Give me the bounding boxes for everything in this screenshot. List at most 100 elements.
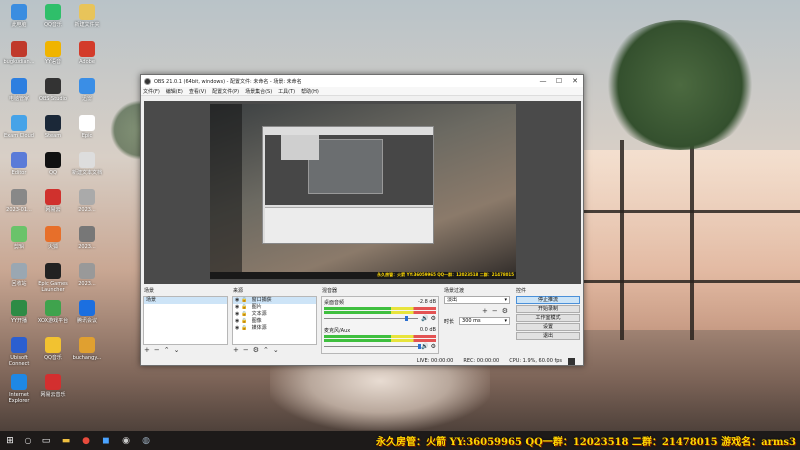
desktop-icon[interactable]: Epic	[70, 115, 104, 139]
desktop-icon[interactable]: XOX游戏平台	[36, 300, 70, 324]
desktop-icon[interactable]: 2023-01...	[2, 189, 36, 213]
lock-icon[interactable]: 🔒	[241, 325, 247, 332]
desktop-icon[interactable]: 新建文本文档	[70, 152, 104, 176]
volume-meter	[324, 307, 436, 310]
speaker-icon[interactable]: 🔊	[421, 343, 428, 350]
menu-help[interactable]: 帮助(H)	[301, 88, 319, 95]
desktop-icon[interactable]: QQ	[36, 152, 70, 176]
eye-icon[interactable]: ◉	[235, 318, 239, 325]
start-recording-button[interactable]: 开始录制	[516, 305, 580, 313]
computer-icon	[11, 4, 27, 20]
source-label: 图片	[251, 304, 262, 310]
remove-transition-button[interactable]: −	[492, 307, 498, 315]
eye-icon[interactable]: ◉	[235, 297, 239, 304]
desktop-icon[interactable]: Exam Cloud	[2, 115, 36, 139]
file-explorer-icon[interactable]: ▬	[56, 431, 76, 450]
preview-area[interactable]: 永久房管：火箭 YY:36059965 QQ一群：12023518 二群：214…	[144, 101, 581, 284]
desktop-icon[interactable]: Internet Explorer	[2, 374, 36, 404]
desktop-icon-label: 新建文件夹	[74, 22, 100, 28]
add-transition-button[interactable]: +	[482, 307, 488, 315]
menu-file[interactable]: 文件(F)	[143, 88, 160, 95]
menu-scene-collection[interactable]: 场景集合(S)	[245, 88, 272, 95]
desktop-icon[interactable]: 回收站	[2, 263, 36, 287]
lock-icon[interactable]: 🔒	[241, 304, 247, 311]
desktop-icon[interactable]: QQ音乐	[36, 4, 70, 28]
desktop-icon[interactable]: QQ音乐	[36, 337, 70, 361]
desktop-icon[interactable]: 迅雷	[70, 78, 104, 102]
stop-streaming-button[interactable]: 停止推流	[516, 296, 580, 304]
gear-icon[interactable]: ⚙	[431, 315, 436, 322]
gear-icon[interactable]: ⚙	[431, 343, 436, 350]
desktop-icon[interactable]: 新建文件夹	[70, 4, 104, 28]
source-item[interactable]: ◉ 🔒 图像	[233, 318, 316, 325]
menu-tools[interactable]: 工具(T)	[278, 88, 295, 95]
studio-mode-button[interactable]: 工作室模式	[516, 314, 580, 322]
duration-input[interactable]: 300 ms	[459, 317, 510, 325]
move-down-button[interactable]: ⌄	[273, 346, 279, 354]
add-source-button[interactable]: +	[233, 346, 239, 354]
nested-frame-inner	[281, 135, 319, 160]
eye-icon[interactable]: ◉	[235, 304, 239, 311]
desktop-icon[interactable]: 网易云	[36, 189, 70, 213]
desktop-icon[interactable]: 此电脑	[2, 4, 36, 28]
menu-edit[interactable]: 编辑(E)	[166, 88, 183, 95]
source-item[interactable]: ◉ 🔒 媒体源	[233, 325, 316, 332]
task-view-icon[interactable]: ▭	[36, 431, 56, 450]
desktop-icon[interactable]: Steam	[36, 115, 70, 139]
desktop-icon[interactable]: bugkudian...	[2, 41, 36, 65]
obs-taskbar-icon[interactable]: ◉	[116, 431, 136, 450]
scene-item[interactable]: 场景	[144, 297, 227, 304]
start-button[interactable]: ⊞	[0, 431, 20, 450]
settings-button[interactable]: 设置	[516, 323, 580, 331]
source-item[interactable]: ◉ 🔒 文本源	[233, 311, 316, 318]
minimize-button[interactable]: —	[535, 77, 551, 85]
move-up-button[interactable]: ⌃	[164, 346, 170, 354]
lock-icon[interactable]: 🔒	[241, 297, 247, 304]
desktop-icon[interactable]: YY开播	[2, 300, 36, 324]
source-settings-button[interactable]: ⚙	[253, 346, 259, 354]
source-item[interactable]: ◉ 🔒 窗口捕获	[233, 297, 316, 304]
volume-slider[interactable]: 🔊 ⚙	[324, 315, 436, 322]
remove-scene-button[interactable]: −	[154, 346, 160, 354]
search-icon[interactable]: ○	[20, 431, 36, 450]
move-down-button[interactable]: ⌄	[174, 346, 180, 354]
desktop-icon[interactable]: buchangy...	[70, 337, 104, 361]
volume-slider[interactable]: 🔊 ⚙	[324, 343, 436, 350]
desktop-icon[interactable]: 剪辑	[2, 226, 36, 250]
transition-select[interactable]: 淡出	[444, 296, 510, 304]
desktop-icon[interactable]: 火狐	[36, 226, 70, 250]
store-icon[interactable]: ◼	[96, 431, 116, 450]
desktop-icon[interactable]: OBS Studio	[36, 78, 70, 102]
exit-button[interactable]: 退出	[516, 332, 580, 340]
scenes-list[interactable]: 场景	[143, 296, 228, 345]
desktop-icon[interactable]: YY语音	[36, 41, 70, 65]
desktop-icon[interactable]: Editor	[2, 152, 36, 176]
add-scene-button[interactable]: +	[144, 346, 150, 354]
desktop-icon[interactable]: 2023...	[70, 263, 104, 287]
steam-icon[interactable]: ◍	[136, 431, 156, 450]
menu-view[interactable]: 查看(V)	[189, 88, 206, 95]
desktop-icon[interactable]: Adobe	[70, 41, 104, 65]
source-item[interactable]: ◉ 🔒 图片	[233, 304, 316, 311]
maximize-button[interactable]: ☐	[551, 77, 567, 85]
desktop-icon[interactable]: 电脑管家	[2, 78, 36, 102]
move-up-button[interactable]: ⌃	[263, 346, 269, 354]
gear-icon[interactable]: ⚙	[502, 307, 508, 315]
preview-nested-obs	[262, 126, 434, 244]
desktop-icon[interactable]: Ubisoft Connect	[2, 337, 36, 367]
sources-list[interactable]: ◉ 🔒 窗口捕获 ◉ 🔒 图片 ◉ 🔒 文本源 ◉ 🔒 图像 ◉ 🔒 媒体源	[232, 296, 317, 345]
eye-icon[interactable]: ◉	[235, 311, 239, 318]
lock-icon[interactable]: 🔒	[241, 318, 247, 325]
lock-icon[interactable]: 🔒	[241, 311, 247, 318]
remove-source-button[interactable]: −	[243, 346, 249, 354]
desktop-icon[interactable]: 2023...	[70, 189, 104, 213]
close-button[interactable]: ✕	[567, 77, 583, 85]
chrome-icon[interactable]: ●	[76, 431, 96, 450]
desktop-icon[interactable]: 腾讯会议	[70, 300, 104, 324]
speaker-icon[interactable]: 🔊	[421, 315, 428, 322]
desktop-icon[interactable]: 网易云音乐	[36, 374, 70, 398]
desktop-icon[interactable]: 2023...	[70, 226, 104, 250]
desktop-icon[interactable]: Epic Games Launcher	[36, 263, 70, 293]
menu-profile[interactable]: 配置文件(P)	[212, 88, 239, 95]
eye-icon[interactable]: ◉	[235, 325, 239, 332]
